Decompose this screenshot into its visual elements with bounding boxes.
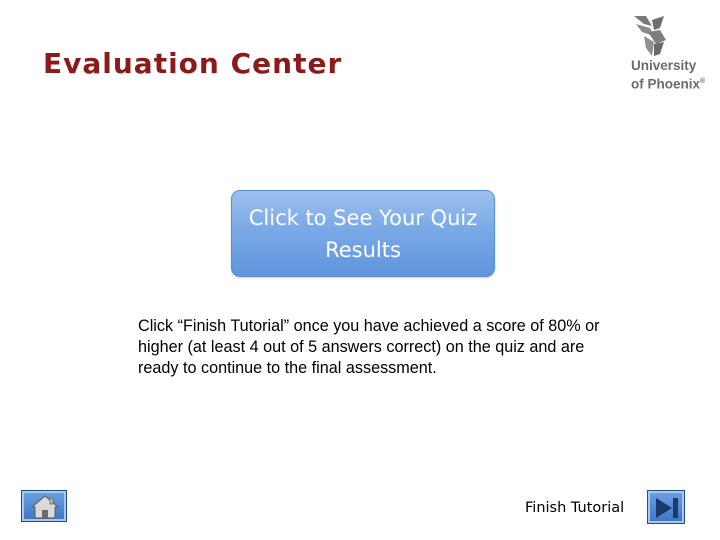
home-button[interactable]: [21, 490, 67, 522]
instructions-text: Click “Finish Tutorial” once you have ac…: [138, 317, 600, 377]
quiz-results-button-label: Click to See Your Quiz Results: [248, 205, 478, 262]
logo-line-university: University: [631, 58, 697, 73]
finish-tutorial-link[interactable]: Finish Tutorial: [525, 500, 624, 516]
university-logo: University of Phoenix®: [628, 14, 712, 96]
logo-line-phoenix: of Phoenix®: [631, 76, 706, 92]
page-title: Evaluation Center: [43, 47, 343, 80]
finish-tutorial-button[interactable]: [647, 490, 685, 524]
skip-to-end-icon: [656, 498, 678, 518]
home-icon: [31, 495, 59, 519]
phoenix-bird-icon: [634, 16, 666, 56]
quiz-results-button[interactable]: Click to See Your Quiz Results: [231, 190, 495, 277]
registered-mark: ®: [700, 78, 706, 85]
